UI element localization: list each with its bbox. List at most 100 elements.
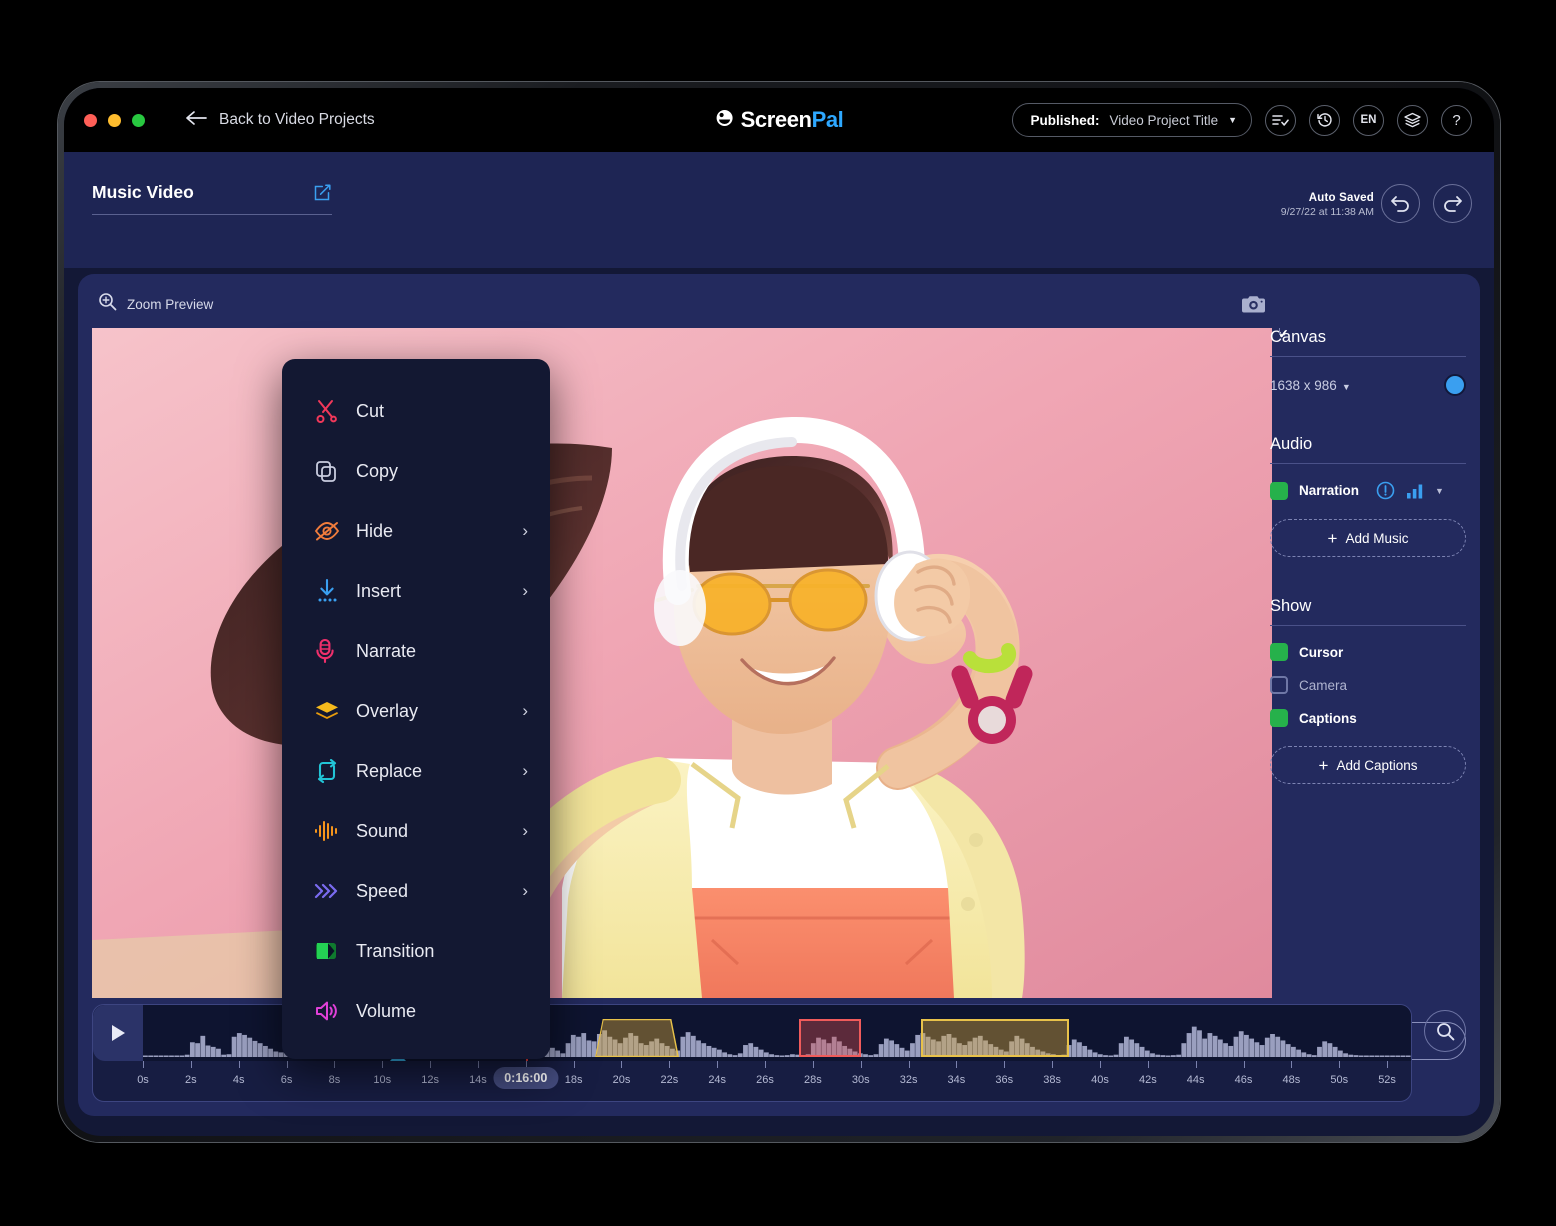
audio-levels-icon[interactable] xyxy=(1406,483,1424,499)
ruler-tick-label: 2s xyxy=(185,1074,197,1086)
help-label: ? xyxy=(1452,111,1461,129)
checklist-button[interactable] xyxy=(1265,104,1296,136)
ruler-tick xyxy=(477,1061,479,1068)
context-menu-label: Replace xyxy=(356,760,423,781)
context-menu-item-narrate[interactable]: Narrate xyxy=(282,621,550,681)
minimize-window-button[interactable] xyxy=(108,113,121,127)
overlay-clip-3[interactable] xyxy=(920,1019,1069,1057)
ruler-tick-label: 28s xyxy=(804,1074,822,1086)
back-label: Back to Video Projects xyxy=(219,111,375,128)
language-button[interactable]: EN xyxy=(1353,104,1384,136)
ruler-tick-label: 44s xyxy=(1186,1074,1205,1086)
show-captions-label: Captions xyxy=(1299,710,1357,726)
context-menu-item-sound[interactable]: Sound › xyxy=(282,801,550,861)
canvas-color-toggle[interactable] xyxy=(1444,374,1466,396)
context-menu-item-hide[interactable]: Hide › xyxy=(282,501,550,561)
chevron-down-icon[interactable]: ▼ xyxy=(1435,486,1444,496)
context-menu-item-speed[interactable]: Speed › xyxy=(282,861,550,921)
ruler-tick-label: 38s xyxy=(1043,1074,1061,1086)
show-heading: Show xyxy=(1270,597,1466,626)
chevron-right-icon: › xyxy=(522,581,528,600)
close-window-button[interactable] xyxy=(84,113,97,127)
chevron-down-icon: ▼ xyxy=(1228,115,1237,125)
play-button[interactable] xyxy=(93,1005,143,1061)
editor-panel: Zoom Preview Cut Copy Hide › Insert › Na… xyxy=(78,274,1480,1116)
show-cursor-checkbox[interactable]: ✓ xyxy=(1270,328,1289,661)
audio-heading: Audio xyxy=(1270,435,1466,464)
timeline-zoom-search-button[interactable] xyxy=(1424,1010,1466,1052)
context-menu-item-volume[interactable]: Volume xyxy=(282,981,550,1041)
add-music-button[interactable]: + Add Music xyxy=(1270,519,1466,557)
ruler-tick-label: 50s xyxy=(1330,1074,1349,1086)
ruler-tick-label: 46s xyxy=(1234,1074,1253,1086)
context-menu-item-transition[interactable]: Transition xyxy=(282,921,550,981)
undo-button[interactable] xyxy=(1381,184,1420,223)
project-subheader: Music Video Auto Saved 9/27/22 at 11:38 … xyxy=(64,152,1494,268)
back-to-video-projects-button[interactable]: Back to Video Projects xyxy=(185,110,375,131)
device-bezel: Back to Video Projects ScreenPal Publish… xyxy=(58,82,1500,1142)
arrow-left-icon xyxy=(185,110,207,131)
maximize-window-button[interactable] xyxy=(132,113,145,127)
app-screen: Back to Video Projects ScreenPal Publish… xyxy=(64,88,1494,1136)
show-cursor-label: Cursor xyxy=(1299,644,1344,660)
redo-button[interactable] xyxy=(1433,184,1472,223)
chevron-right-icon: › xyxy=(522,821,528,840)
ruler-tick xyxy=(1243,1061,1245,1068)
narration-checkbox[interactable]: ✓ xyxy=(1270,328,1289,500)
history-button[interactable] xyxy=(1309,104,1340,136)
zoom-preview-label: Zoom Preview xyxy=(127,296,214,312)
waveform-icon xyxy=(314,819,356,843)
ruler-tick-label: 18s xyxy=(564,1074,583,1086)
edit-pencil-icon[interactable] xyxy=(313,183,332,202)
ruler-tick xyxy=(956,1061,958,1068)
chevron-right-icon: › xyxy=(522,521,528,540)
canvas-size-dropdown[interactable]: 1638 x 986 ▼ xyxy=(1270,378,1351,393)
alert-circle-icon[interactable] xyxy=(1376,481,1395,500)
ruler-tick-label: 48s xyxy=(1282,1074,1301,1086)
header-actions: Published: Video Project Title ▼ EN ? xyxy=(1011,103,1472,137)
context-menu-label: Cut xyxy=(356,400,385,421)
project-title-field[interactable]: Music Video xyxy=(92,182,332,215)
video-preview[interactable] xyxy=(92,328,1272,998)
context-menu-item-copy[interactable]: Copy xyxy=(282,441,550,501)
copy-icon xyxy=(314,459,356,483)
add-captions-button[interactable]: + Add Captions xyxy=(1270,746,1466,784)
ruler-tick xyxy=(765,1061,767,1068)
ruler-tick-label: 40s xyxy=(1091,1074,1109,1086)
autosave-status: Auto Saved 9/27/22 at 11:38 AM xyxy=(1281,192,1374,218)
ruler-tick xyxy=(860,1061,862,1068)
published-status-dropdown[interactable]: Published: Video Project Title ▼ xyxy=(1011,103,1252,137)
undo-redo-group xyxy=(1381,184,1472,223)
ruler-tick xyxy=(621,1061,623,1068)
show-camera-checkbox[interactable] xyxy=(1270,676,1288,694)
insert-down-icon xyxy=(314,578,356,604)
highlight-clip-2[interactable] xyxy=(798,1019,861,1057)
context-menu-item-overlay[interactable]: Overlay › xyxy=(282,681,550,741)
canvas-size-value: 1638 x 986 xyxy=(1270,377,1337,393)
plus-icon: + xyxy=(1318,755,1329,775)
ruler-tick xyxy=(190,1061,192,1068)
context-menu-item-cut[interactable]: Cut xyxy=(282,381,550,441)
screenpal-mark-icon xyxy=(715,108,735,133)
context-menu-item-insert[interactable]: Insert › xyxy=(282,561,550,621)
layers-button[interactable] xyxy=(1397,104,1428,136)
context-menu-label: Volume xyxy=(356,1000,417,1021)
right-sidebar: Canvas 1638 x 986 ▼ Audio ✓ Narration ▼ xyxy=(1270,328,1466,1008)
chevron-right-icon: › xyxy=(522,761,528,780)
ruler-tick xyxy=(1291,1061,1293,1068)
ruler-tick-label: 14s xyxy=(469,1074,487,1086)
context-menu-item-replace[interactable]: Replace › xyxy=(282,741,550,801)
camera-icon[interactable] xyxy=(1241,294,1267,320)
swap-icon xyxy=(314,759,356,783)
zoom-preview-button[interactable]: Zoom Preview xyxy=(98,292,213,316)
ruler-tick-label: 8s xyxy=(328,1074,341,1086)
overlay-clip-1[interactable] xyxy=(595,1019,679,1057)
ruler-tick-label: 42s xyxy=(1138,1074,1157,1086)
ruler-tick xyxy=(430,1061,432,1068)
ruler-tick-label: 30s xyxy=(851,1074,870,1086)
show-camera-label: Camera xyxy=(1299,677,1348,693)
help-button[interactable]: ? xyxy=(1441,104,1472,136)
ruler-tick-label: 6s xyxy=(280,1074,293,1086)
show-captions-checkbox[interactable]: ✓ xyxy=(1270,328,1289,727)
ruler-tick-label: 12s xyxy=(421,1074,439,1086)
